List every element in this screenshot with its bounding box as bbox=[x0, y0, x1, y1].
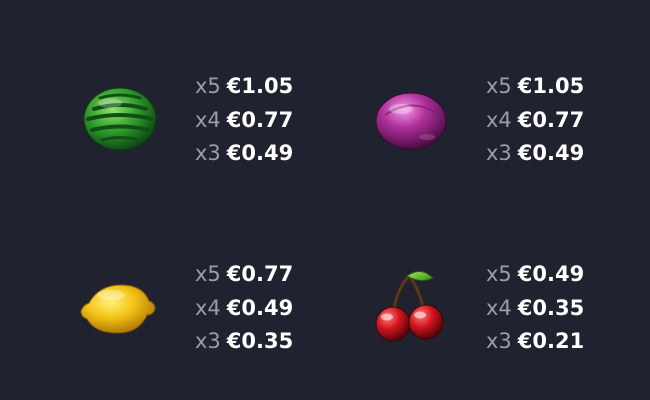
payout-amount: €0.49 bbox=[517, 141, 585, 165]
payout-amount: €0.21 bbox=[517, 329, 585, 353]
pay-rows: x5 €1.05 x4 €0.77 x3 €0.49 bbox=[195, 70, 293, 171]
payout-amount: €0.49 bbox=[226, 141, 294, 165]
pay-row-x5: x5 €1.05 bbox=[486, 70, 584, 104]
pay-rows: x5 €0.77 x4 €0.49 x3 €0.35 bbox=[195, 258, 293, 359]
paytable-entry-plum: x5 €1.05 x4 €0.77 x3 €0.49 bbox=[371, 70, 650, 180]
pay-row-x3: x3 €0.49 bbox=[486, 137, 584, 171]
payout-amount: €0.35 bbox=[517, 295, 585, 320]
pay-rows: x5 €1.05 x4 €0.77 x3 €0.49 bbox=[486, 70, 584, 171]
multiplier: x5 bbox=[195, 262, 221, 286]
payout-amount: €0.77 bbox=[226, 262, 294, 286]
multiplier: x5 bbox=[195, 74, 221, 98]
pay-row-x4: x4 €0.49 bbox=[195, 292, 293, 326]
plum-icon bbox=[371, 79, 451, 159]
pay-row-x5: x5 €1.05 bbox=[195, 70, 293, 104]
pay-row-x5: x5 €0.49 bbox=[486, 258, 584, 292]
pay-row-x4: x4 €0.77 bbox=[486, 104, 584, 138]
paytable-entry-watermelon: x5 €1.05 x4 €0.77 x3 €0.49 bbox=[80, 70, 380, 180]
payout-amount: €0.49 bbox=[517, 262, 585, 286]
multiplier: x5 bbox=[486, 262, 512, 286]
pay-rows: x5 €0.49 x4 €0.35 x3 €0.21 bbox=[486, 258, 584, 359]
payout-amount: €1.05 bbox=[517, 74, 585, 98]
multiplier: x3 bbox=[195, 329, 221, 353]
multiplier: x3 bbox=[195, 141, 221, 165]
pay-row-x3: x3 €0.49 bbox=[195, 137, 293, 171]
payout-amount: €0.77 bbox=[226, 107, 294, 132]
payout-amount: €0.35 bbox=[226, 329, 294, 353]
pay-row-x3: x3 €0.21 bbox=[486, 325, 584, 359]
pay-row-x3: x3 €0.35 bbox=[195, 325, 293, 359]
payout-amount: €0.49 bbox=[226, 295, 294, 320]
multiplier: x4 bbox=[195, 295, 221, 320]
pay-row-x4: x4 €0.77 bbox=[195, 104, 293, 138]
cherry-icon bbox=[371, 266, 451, 346]
multiplier: x4 bbox=[486, 107, 512, 132]
multiplier: x3 bbox=[486, 141, 512, 165]
pay-row-x5: x5 €0.77 bbox=[195, 258, 293, 292]
multiplier: x4 bbox=[486, 295, 512, 320]
multiplier: x4 bbox=[195, 107, 221, 132]
lemon-icon bbox=[77, 267, 157, 347]
multiplier: x5 bbox=[486, 74, 512, 98]
multiplier: x3 bbox=[486, 329, 512, 353]
pay-row-x4: x4 €0.35 bbox=[486, 292, 584, 326]
payout-amount: €0.77 bbox=[517, 107, 585, 132]
paytable-entry-cherry: x5 €0.49 x4 €0.35 x3 €0.21 bbox=[371, 258, 650, 368]
payout-amount: €1.05 bbox=[226, 74, 294, 98]
watermelon-icon bbox=[80, 79, 160, 159]
paytable-entry-lemon: x5 €0.77 x4 €0.49 x3 €0.35 bbox=[80, 258, 380, 368]
